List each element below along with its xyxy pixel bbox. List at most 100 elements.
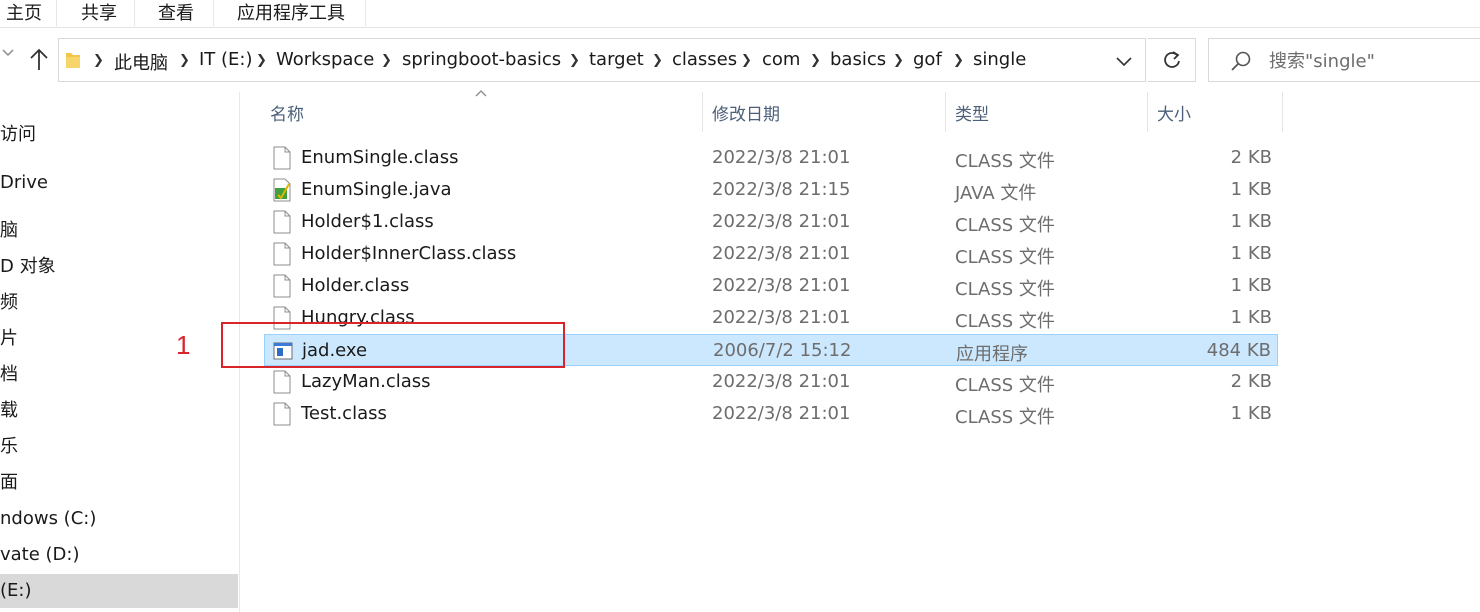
file-row[interactable]: Holder$1.class 2022/3/8 21:01 CLASS 文件 1 KB — [264, 206, 1278, 238]
file-icon — [272, 370, 292, 394]
file-icon — [272, 274, 292, 298]
file-size: 1 KB — [1230, 403, 1272, 424]
breadcrumb-chevron-icon[interactable]: ❯ — [810, 53, 821, 68]
file-type: CLASS 文件 — [955, 311, 1055, 332]
breadcrumb-chevron-icon[interactable]: ❯ — [953, 53, 964, 68]
file-size: 1 KB — [1230, 307, 1272, 328]
breadcrumb-com[interactable]: com — [762, 49, 800, 70]
nav-item-music[interactable]: 乐 — [0, 430, 238, 464]
file-modified-date: 2022/3/8 21:01 — [712, 307, 851, 328]
file-modified-date: 2022/3/8 21:01 — [712, 147, 851, 168]
file-modified-date: 2022/3/8 21:01 — [712, 403, 851, 424]
nav-item-drive-e[interactable]: (E:) — [0, 574, 238, 608]
address-history-button[interactable] — [1113, 51, 1135, 71]
file-name: EnumSingle.class — [301, 147, 459, 168]
nav-item-quick-access[interactable]: 访问 — [0, 118, 238, 152]
breadcrumb-project[interactable]: springboot-basics — [402, 49, 561, 70]
tab-app-tools[interactable]: 应用程序工具 — [237, 2, 345, 26]
breadcrumb-gof[interactable]: gof — [913, 49, 942, 70]
nav-item-desktop[interactable]: 面 — [0, 466, 238, 500]
file-size: 1 KB — [1230, 179, 1272, 200]
breadcrumb-single[interactable]: single — [973, 49, 1026, 70]
breadcrumb-basics[interactable]: basics — [830, 49, 886, 70]
breadcrumb-chevron-icon[interactable]: ❯ — [179, 53, 190, 68]
navigation-pane[interactable]: 访问 Drive 脑 D 对象 频 片 档 载 乐 面 ndows (C:) v… — [0, 92, 240, 612]
tab-share[interactable]: 共享 — [81, 2, 117, 26]
sort-ascending-icon — [475, 90, 487, 97]
file-modified-date: 2022/3/8 21:01 — [712, 243, 851, 264]
file-size: 2 KB — [1230, 371, 1272, 392]
breadcrumb-chevron-icon[interactable]: ❯ — [893, 53, 904, 68]
search-icon — [1231, 51, 1251, 71]
file-name: Holder.class — [301, 275, 410, 296]
file-modified-date: 2006/7/2 15:12 — [713, 340, 852, 361]
java-file-icon — [272, 178, 292, 202]
file-row[interactable]: EnumSingle.java 2022/3/8 21:15 JAVA 文件 1 KB — [264, 174, 1278, 206]
address-bar[interactable]: ❯ 此电脑 ❯ IT (E:) ❯ Workspace ❯ springboot… — [58, 38, 1146, 82]
column-divider[interactable] — [702, 92, 703, 132]
breadcrumb-drive[interactable]: IT (E:) — [199, 49, 253, 70]
file-type: CLASS 文件 — [955, 215, 1055, 236]
nav-item-documents[interactable]: 档 — [0, 358, 238, 392]
breadcrumb-classes[interactable]: classes — [672, 49, 737, 70]
refresh-icon — [1163, 51, 1180, 68]
search-box[interactable] — [1208, 38, 1480, 82]
file-type: 应用程序 — [956, 344, 1028, 365]
nav-item-videos[interactable]: 频 — [0, 286, 238, 320]
highlight-box — [221, 322, 565, 368]
file-row[interactable]: EnumSingle.class 2022/3/8 21:01 CLASS 文件 2 … — [264, 142, 1278, 174]
file-row[interactable]: LazyMan.class 2022/3/8 21:01 CLASS 文件 2 KB — [264, 366, 1278, 398]
folder-icon — [66, 53, 80, 68]
file-type: JAVA 文件 — [955, 183, 1037, 204]
breadcrumb-chevron-icon[interactable]: ❯ — [569, 53, 580, 68]
recent-locations-chevron-icon[interactable] — [2, 46, 14, 62]
nav-item-this-pc[interactable]: 脑 — [0, 214, 238, 248]
file-icon — [272, 402, 292, 426]
breadcrumb-this-pc[interactable]: 此电脑 — [114, 49, 168, 75]
file-type: CLASS 文件 — [955, 279, 1055, 300]
tab-view[interactable]: 查看 — [158, 2, 194, 26]
ribbon-divider — [365, 0, 366, 26]
file-type: CLASS 文件 — [955, 151, 1055, 172]
nav-item-drive-c[interactable]: ndows (C:) — [0, 502, 238, 536]
annotation-label: 1 — [176, 330, 191, 360]
nav-item-downloads[interactable]: 载 — [0, 394, 238, 428]
nav-item-3d-objects[interactable]: D 对象 — [0, 250, 238, 284]
breadcrumb-workspace[interactable]: Workspace — [276, 49, 374, 70]
search-input[interactable] — [1269, 48, 1469, 74]
breadcrumb-target[interactable]: target — [589, 49, 644, 70]
file-type: CLASS 文件 — [955, 375, 1055, 396]
file-size: 2 KB — [1230, 147, 1272, 168]
column-header-type[interactable]: 类型 — [955, 100, 989, 130]
breadcrumb-chevron-icon[interactable]: ❯ — [93, 53, 104, 68]
column-divider[interactable] — [1147, 92, 1148, 132]
column-header-name[interactable]: 名称 — [270, 100, 304, 130]
column-header-size[interactable]: 大小 — [1157, 100, 1191, 130]
nav-item-onedrive[interactable]: Drive — [0, 166, 238, 200]
nav-item-drive-d[interactable]: vate (D:) — [0, 538, 238, 572]
file-row[interactable]: Holder.class 2022/3/8 21:01 CLASS 文件 1 KB — [264, 270, 1278, 302]
breadcrumb-chevron-icon[interactable]: ❯ — [256, 53, 267, 68]
ribbon-tabs: 主页 共享 查看 应用程序工具 — [0, 0, 1480, 28]
breadcrumb-chevron-icon[interactable]: ❯ — [741, 53, 752, 68]
file-icon — [272, 210, 292, 234]
column-divider[interactable] — [945, 92, 946, 132]
file-type: CLASS 文件 — [955, 407, 1055, 428]
file-name: EnumSingle.java — [301, 179, 452, 200]
tab-home[interactable]: 主页 — [6, 2, 42, 26]
file-row[interactable]: Test.class 2022/3/8 21:01 CLASS 文件 1 KB — [264, 398, 1278, 430]
file-modified-date: 2022/3/8 21:01 — [712, 275, 851, 296]
up-button[interactable] — [26, 46, 52, 74]
file-row[interactable]: Holder$InnerClass.class 2022/3/8 21:01 CLA… — [264, 238, 1278, 270]
file-modified-date: 2022/3/8 21:01 — [712, 371, 851, 392]
column-header-modified[interactable]: 修改日期 — [712, 100, 780, 130]
file-size: 484 KB — [1206, 340, 1271, 361]
file-modified-date: 2022/3/8 21:01 — [712, 211, 851, 232]
file-icon — [272, 146, 292, 170]
ribbon-divider — [134, 0, 135, 26]
refresh-button[interactable] — [1148, 38, 1196, 82]
breadcrumb-chevron-icon[interactable]: ❯ — [381, 53, 392, 68]
column-divider[interactable] — [1282, 92, 1283, 132]
breadcrumb-chevron-icon[interactable]: ❯ — [652, 53, 663, 68]
nav-item-pictures[interactable]: 片 — [0, 322, 238, 356]
